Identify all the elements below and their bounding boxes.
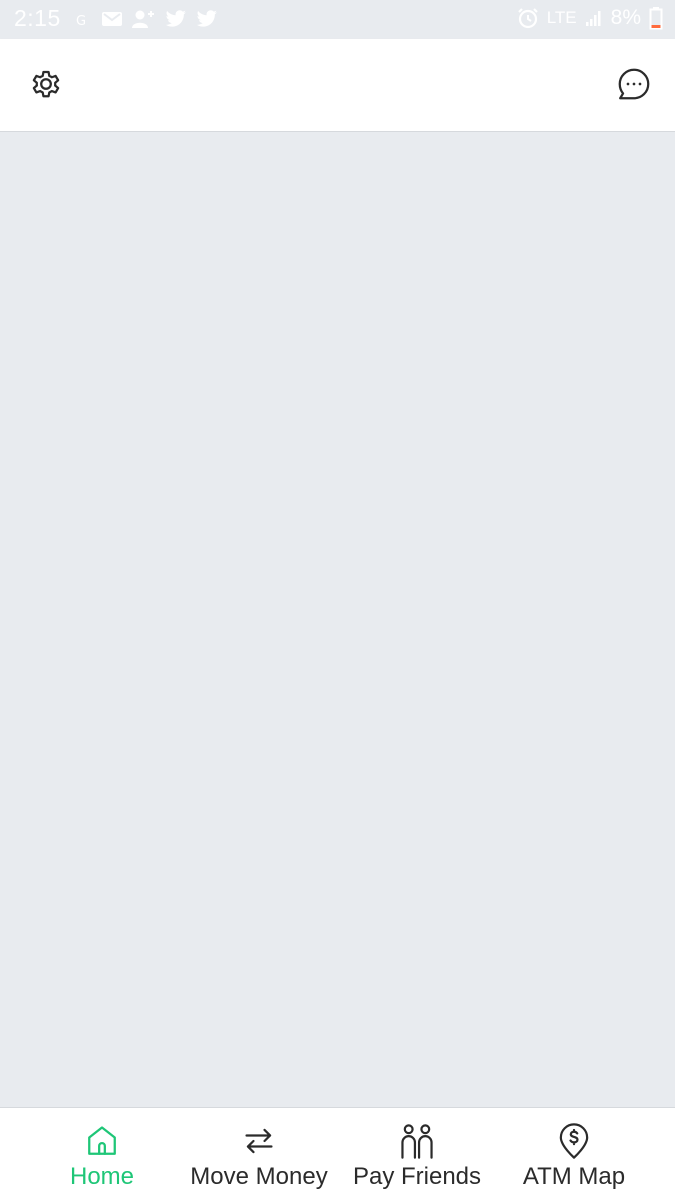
nav-item-atm-map[interactable]: ATM Map xyxy=(514,1108,634,1200)
notification-icons: G xyxy=(76,9,218,29)
status-time: 2:15 xyxy=(14,5,61,31)
home-icon xyxy=(85,1122,119,1160)
nav-label-move-money: Move Money xyxy=(190,1163,328,1190)
battery-icon xyxy=(649,6,663,30)
signal-4g-icon: G xyxy=(76,10,92,28)
twitter-icon xyxy=(196,10,218,28)
system-icons: LTE 8% xyxy=(517,6,663,30)
svg-text:G: G xyxy=(76,14,86,28)
settings-button[interactable] xyxy=(27,67,65,105)
main-content xyxy=(0,132,675,1106)
map-pin-dollar-icon xyxy=(557,1122,591,1160)
status-bar: 2:15 G LTE 8% xyxy=(0,0,675,39)
app-header xyxy=(0,39,675,132)
nav-item-move-money[interactable]: Move Money xyxy=(183,1108,335,1200)
chat-bubble-icon xyxy=(616,66,652,107)
gear-icon xyxy=(28,66,64,107)
nav-item-home[interactable]: Home xyxy=(60,1108,144,1200)
transfer-arrows-icon xyxy=(241,1122,277,1160)
nav-item-pay-friends[interactable]: Pay Friends xyxy=(347,1108,487,1200)
gmail-icon xyxy=(101,10,123,28)
signal-bars-icon xyxy=(585,9,603,27)
alarm-icon xyxy=(517,7,539,29)
bottom-nav: Home Move Money Pay Friends ATM Map xyxy=(0,1107,675,1200)
nav-label-atm-map: ATM Map xyxy=(522,1163,626,1190)
nav-label-home: Home xyxy=(69,1163,135,1190)
battery-percent: 8% xyxy=(610,6,641,29)
twitter-icon xyxy=(165,10,187,28)
nav-label-pay-friends: Pay Friends xyxy=(352,1163,482,1190)
chat-button[interactable] xyxy=(615,67,653,105)
app-screen: 2:15 G LTE 8% Home Move Money Pay Friend… xyxy=(0,0,675,1200)
add-contact-icon xyxy=(132,9,156,29)
people-icon xyxy=(399,1122,435,1160)
network-type: LTE xyxy=(546,8,577,27)
